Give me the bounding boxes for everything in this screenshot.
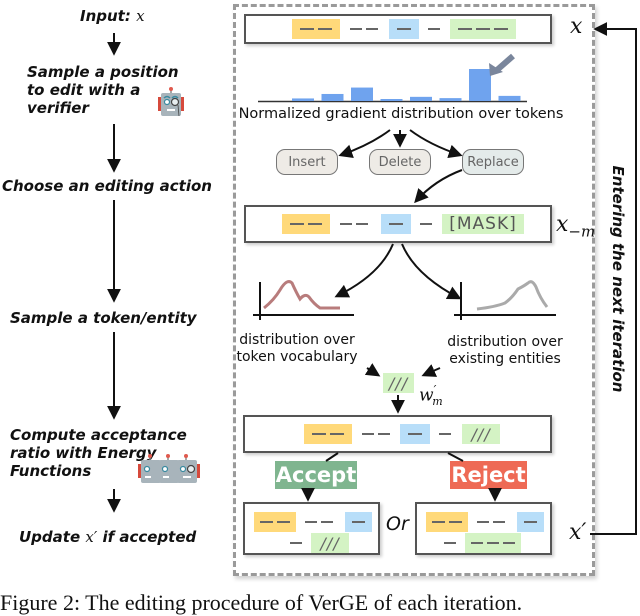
entities-dist-curve xyxy=(476,280,549,311)
robot-with-monocle-icon xyxy=(158,87,184,117)
arrow-to-insert xyxy=(338,129,391,158)
vocab-dist-curve xyxy=(263,280,340,310)
line-proposed-to-accept xyxy=(325,452,339,462)
arrow-to-entities-dist xyxy=(401,243,462,300)
robot-group-icon xyxy=(138,454,200,483)
arrow-vocab-to-token xyxy=(364,363,381,377)
diagram-arrows xyxy=(107,22,637,535)
loop-back-arrow xyxy=(590,22,637,535)
arrow-to-replace xyxy=(409,129,463,159)
arrow-entities-to-token xyxy=(421,364,441,377)
highlight-pointer-arrow xyxy=(495,53,515,73)
arrow-replace-to-masked xyxy=(414,169,463,204)
arrow-to-vocab-dist xyxy=(334,243,394,298)
line-proposed-to-reject xyxy=(447,452,464,462)
